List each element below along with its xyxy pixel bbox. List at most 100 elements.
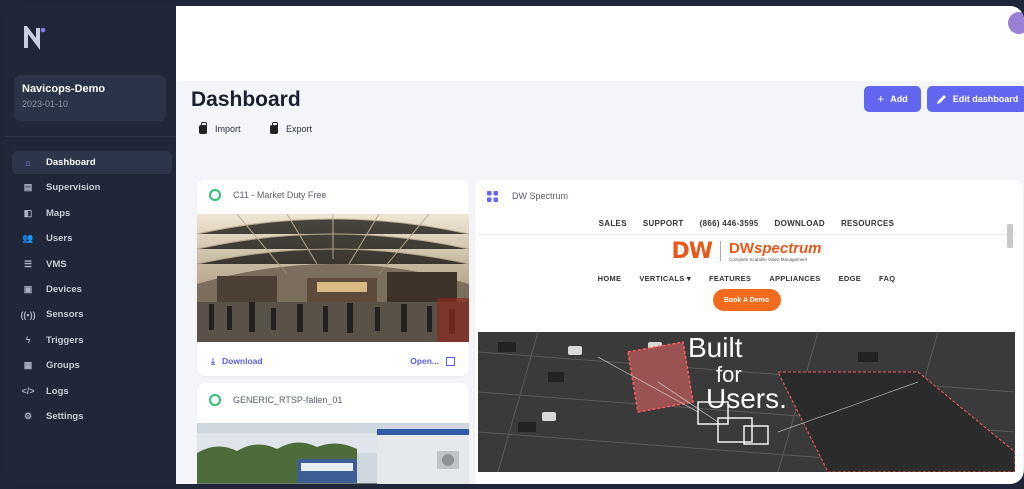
download-button[interactable]: ⤓ Download: [211, 356, 263, 367]
camera-title: GENERIC_RTSP-fallen_01: [233, 395, 343, 405]
external-link-icon: [446, 356, 455, 366]
card-header: GENERIC_RTSP-fallen_01: [197, 383, 469, 417]
website-brand[interactable]: DW DWspectrum Complete Scalable Video Ma…: [478, 235, 1015, 267]
website-link[interactable]: FEATURES: [709, 274, 751, 283]
website-link[interactable]: DOWNLOAD: [775, 219, 825, 228]
import-button[interactable]: Import: [199, 121, 241, 134]
sidebar-item-devices[interactable]: ▣ Devices: [12, 278, 172, 301]
card-header: C11 - Market Duty Free: [197, 180, 469, 210]
camera-card-footer: ⤓ Download Open...: [197, 346, 469, 376]
card-header: DW Spectrum: [475, 180, 1023, 212]
brand-spectrum-block: DWspectrum Complete Scalable Video Manag…: [729, 240, 822, 262]
camera-card: GENERIC_RTSP-fallen_01: [197, 383, 469, 484]
website-link[interactable]: SUPPORT: [643, 219, 684, 228]
download-label: Download: [221, 356, 263, 366]
export-label: Export: [286, 124, 313, 134]
sidebar-item-label: VMS: [46, 258, 67, 270]
website-link[interactable]: HOME: [598, 274, 622, 283]
website-hero: Built for Users.: [478, 331, 1015, 472]
code-icon: </>: [21, 386, 35, 397]
website-link[interactable]: (866) 446-3595: [700, 219, 759, 228]
sidebar-item-label: Groups: [46, 360, 80, 372]
sidebar-item-supervision[interactable]: ▤ Supervision: [12, 176, 172, 199]
camera-card: C11 - Market Duty Free ⤓ Download Open..…: [197, 180, 469, 376]
sidebar-item-label: Supervision: [46, 182, 101, 194]
brand-dw-small: DW: [729, 240, 754, 257]
users-icon: 👥: [22, 233, 34, 244]
sidebar-item-label: Logs: [46, 385, 69, 397]
topbar: [176, 6, 1024, 81]
website-link[interactable]: RESOURCES: [841, 219, 894, 228]
sidebar-item-label: Sensors: [46, 309, 84, 321]
sidebar-item-label: Devices: [46, 283, 82, 295]
sidebar-item-vms[interactable]: ☰ VMS: [12, 253, 172, 276]
sidebar-item-sensors[interactable]: ((•)) Sensors: [12, 303, 172, 326]
website-top-links: SALES SUPPORT (866) 446-3595 DOWNLOAD RESOUR…: [478, 212, 1015, 234]
sensors-icon: ((•)): [20, 309, 36, 320]
vms-icon: ☰: [23, 258, 33, 269]
add-button[interactable]: + Add: [864, 86, 921, 112]
widgets-icon: [487, 190, 498, 202]
avatar[interactable]: [1008, 12, 1024, 34]
hero-line3: Users.: [706, 383, 787, 414]
edit-dashboard-button[interactable]: Edit dashboard: [927, 86, 1024, 112]
website-link[interactable]: FAQ: [879, 274, 895, 283]
scrollbar-thumb[interactable]: [1007, 224, 1013, 248]
open-label: Open...: [410, 356, 439, 366]
open-button[interactable]: Open...: [410, 356, 455, 366]
sidebar-item-label: Triggers: [46, 334, 84, 346]
sidebar-item-settings[interactable]: ⚙ Settings: [12, 405, 172, 428]
import-label: Import: [215, 124, 241, 134]
brand-subtitle: Complete Scalable Video Management: [729, 257, 807, 262]
add-label: Add: [890, 94, 908, 104]
website-nav: HOME VERTICALS ▾ FEATURES APPLIANCES EDGE FAQ: [478, 267, 1015, 289]
groups-icon: ▦: [23, 360, 33, 371]
camera-feed-image[interactable]: [197, 214, 469, 342]
hero-line1: Built: [688, 332, 743, 363]
sidebar-item-dashboard[interactable]: ⌂ Dashboard: [12, 151, 172, 174]
supervision-icon: ▤: [23, 182, 33, 193]
embedded-website[interactable]: SALES SUPPORT (866) 446-3595 DOWNLOAD RESOUR…: [478, 212, 1015, 472]
sidebar-item-triggers[interactable]: ϟ Triggers: [12, 329, 172, 352]
sidebar-divider: [6, 136, 176, 137]
website-link[interactable]: VERTICALS ▾: [639, 274, 691, 283]
sidebar-item-groups[interactable]: ▦ Groups: [12, 354, 172, 377]
sidebar-nav: ⌂ Dashboard ▤ Supervision ◧ Maps 👥 Users ☰ VMS ▣ De…: [12, 151, 172, 430]
website-link[interactable]: EDGE: [839, 274, 861, 283]
app-window: Navicops-Demo 2023-01-10 ⌂ Dashboard ▤ Supe…: [6, 6, 1024, 484]
main-content: Dashboard Import Export + Add Edit dashb…: [176, 6, 1024, 484]
plus-icon: +: [877, 92, 885, 106]
devices-icon: ▣: [23, 283, 33, 294]
sidebar-item-maps[interactable]: ◧ Maps: [12, 202, 172, 225]
page-title: Dashboard: [191, 88, 301, 111]
export-button[interactable]: Export: [270, 121, 313, 134]
website-link[interactable]: SALES: [599, 219, 627, 228]
sidebar: Navicops-Demo 2023-01-10 ⌂ Dashboard ▤ Supe…: [6, 6, 176, 484]
sidebar-item-label: Maps: [46, 207, 71, 219]
book-demo-button[interactable]: Book A Demo: [712, 289, 781, 311]
home-icon: ⌂: [25, 157, 31, 168]
camera-title: C11 - Market Duty Free: [233, 190, 327, 200]
bag-icon: [270, 121, 278, 134]
app-logo-icon[interactable]: [24, 26, 46, 50]
sidebar-item-label: Users: [46, 233, 73, 245]
website-link[interactable]: APPLIANCES: [769, 274, 820, 283]
sidebar-item-logs[interactable]: </> Logs: [12, 380, 172, 403]
tenant-date: 2023-01-10: [22, 99, 69, 109]
tenant-name: Navicops-Demo: [22, 83, 106, 95]
sidebar-item-label: Settings: [46, 410, 84, 422]
sidebar-item-users[interactable]: 👥 Users: [12, 227, 172, 250]
gear-icon: ⚙: [23, 410, 33, 421]
status-online-icon: [209, 394, 221, 406]
brand-separator: [720, 241, 721, 261]
bag-icon: [199, 121, 207, 134]
pencil-icon: [936, 94, 946, 104]
brand-dw: DW: [671, 238, 713, 264]
status-online-icon: [209, 189, 221, 201]
tenant-selector[interactable]: Navicops-Demo 2023-01-10: [14, 75, 166, 121]
download-icon: ⤓: [211, 355, 215, 366]
camera-feed-image[interactable]: [197, 423, 469, 484]
sidebar-item-label: Dashboard: [46, 157, 96, 168]
widget-title: DW Spectrum: [512, 191, 569, 201]
brand-spectrum: DWspectrum: [729, 240, 822, 257]
